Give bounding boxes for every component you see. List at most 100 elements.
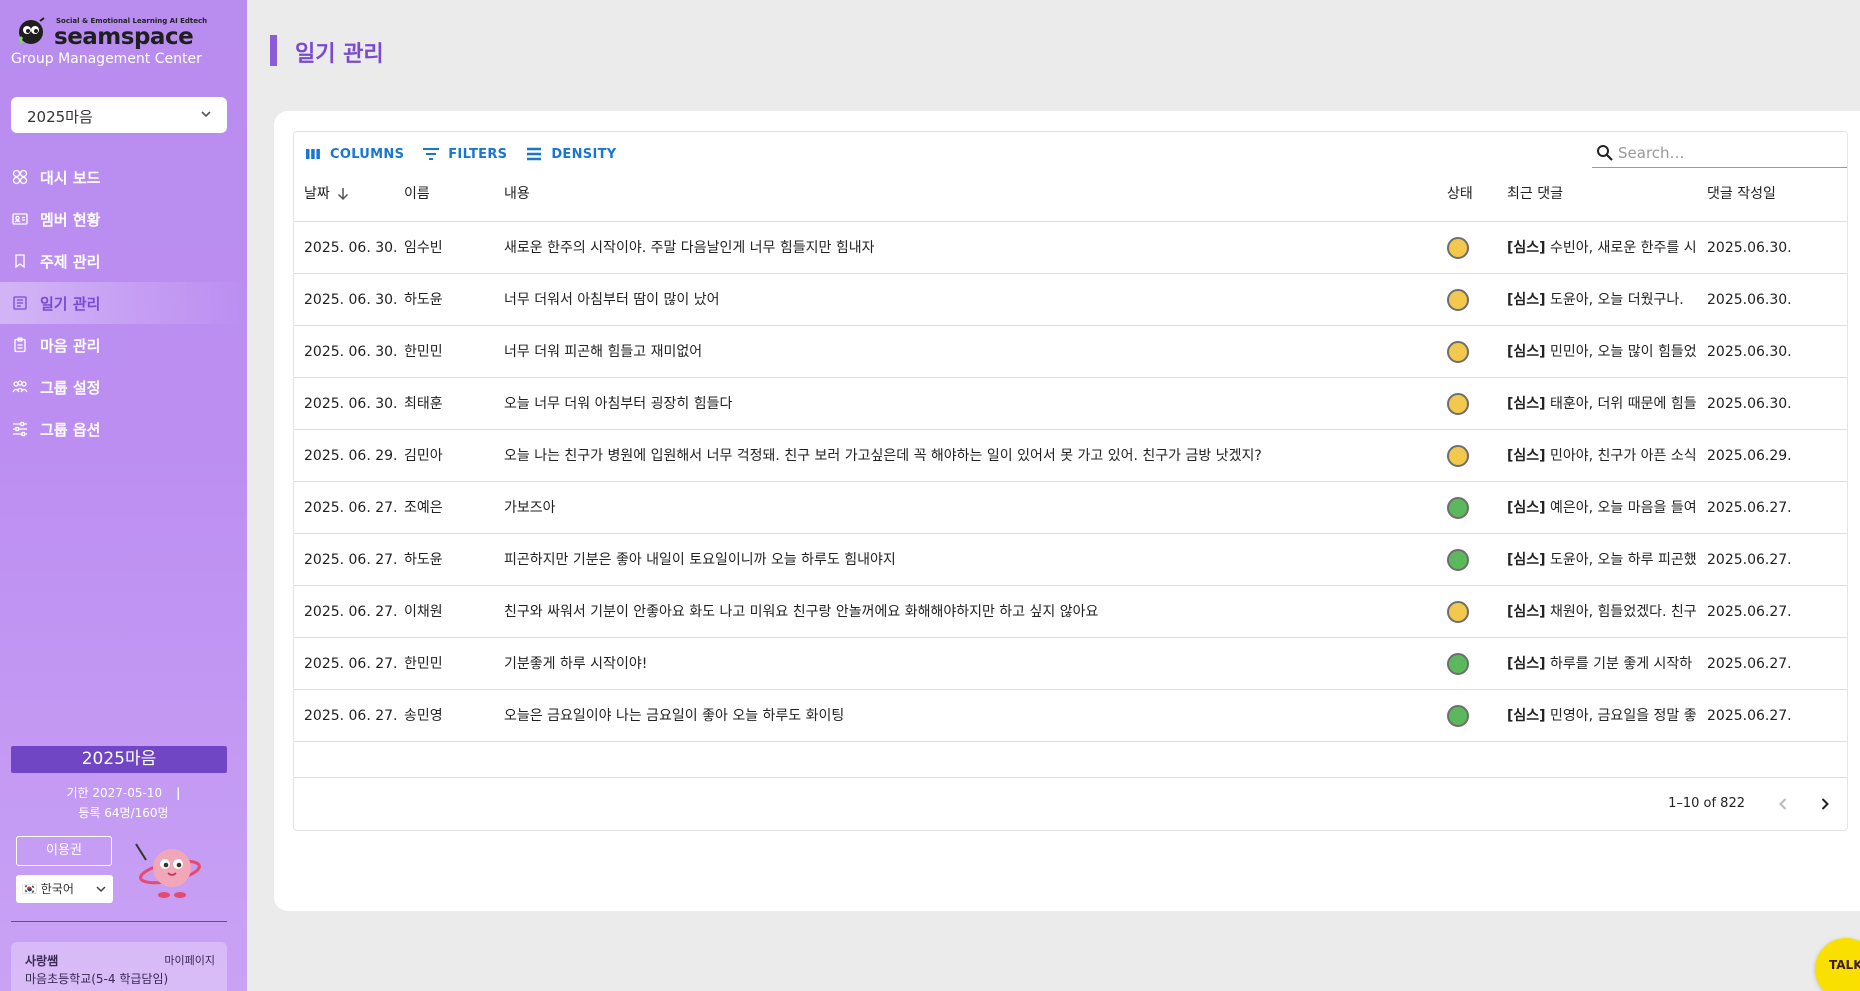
status-dot [1447,601,1469,623]
grid-toolbar: COLUMNS FILTERS DENSITY [304,142,634,166]
previous-page-icon[interactable] [1771,792,1795,816]
comment-author-tag: [심스] [1507,292,1546,308]
table-row[interactable]: 2025. 06. 27. 조예은 가보즈아 [심스] 예은아, 오늘 마음을 … [294,482,1847,534]
mypage-link[interactable]: 마이페이지 [164,952,215,968]
sidebar-item-label: 그룹 옵션 [40,420,101,439]
column-header-date[interactable]: 날짜 [304,166,350,222]
filters-button[interactable]: FILTERS [422,145,507,163]
plan-separator: | [176,786,181,800]
status-dot [1447,497,1469,519]
table-row[interactable]: 2025. 06. 30. 임수빈 새로운 한주의 시작이야. 주말 다음날인게… [294,222,1847,274]
chevron-down-icon [96,886,106,893]
cell-status [1447,638,1477,690]
column-header-content[interactable]: 내용 [504,166,530,222]
density-button-label: DENSITY [551,146,617,162]
table-row[interactable]: 2025. 06. 30. 최태훈 오늘 너무 더워 아침부터 굉장히 힘들다 … [294,378,1847,430]
columns-button[interactable]: COLUMNS [304,145,404,163]
table-row[interactable]: 2025. 06. 30. 한민민 너무 더워 피곤해 힘들고 재미없어 [심스… [294,326,1847,378]
language-select[interactable]: 🇰🇷 한국어 [16,875,113,903]
comment-text: 민민아, 오늘 많이 힘들었 [1545,344,1697,360]
bookmark-icon [15,254,25,269]
cell-content: 너무 더워서 아침부터 땀이 많이 났어 [504,292,720,308]
cell-date: 2025. 06. 30. [304,240,398,256]
cell-status [1447,482,1477,534]
group-select[interactable]: 2025마음 [11,97,227,133]
cell-status [1447,378,1477,430]
brand-logo[interactable]: Social & Emotional Learning AI Edtech se… [16,14,207,50]
sidebar-item-label: 주제 관리 [40,252,101,271]
cell-content: 피곤하지만 기분은 좋아 내일이 토요일이니까 오늘 하루도 힘내야지 [504,552,896,568]
sidebar-item-mind[interactable]: 마음 관리 [0,324,247,366]
cell-content: 오늘 나는 친구가 병원에 입원해서 너무 걱정돼. 친구 보러 가고싶은데 꼭… [504,448,1262,464]
columns-icon [306,149,320,159]
table-row[interactable]: 2025. 06. 29. 김민아 오늘 나는 친구가 병원에 입원해서 너무 … [294,430,1847,482]
cell-date: 2025. 06. 27. [304,604,398,620]
user-school: 마음초등학교(5-4 학급담임) [25,972,169,986]
density-button[interactable]: DENSITY [525,145,616,163]
cell-date: 2025. 06. 27. [304,552,398,568]
sort-arrow-down-icon[interactable] [336,187,350,201]
cell-comment: [심스] 예은아, 오늘 마음을 들여 [1507,482,1703,534]
diary-data-grid: COLUMNS FILTERS DENSITY 날짜 이름 내용 상태 최근 댓… [293,131,1848,831]
sidebar-item-group-settings[interactable]: 그룹 설정 [0,366,247,408]
table-row[interactable]: 2025. 06. 27. 한민민 기분좋게 하루 시작이야! [심스] 하루를… [294,638,1847,690]
cell-content: 오늘은 금요일이야 나는 금요일이 좋아 오늘 하루도 화이팅 [504,708,845,724]
license-button[interactable]: 이용권 [16,836,112,866]
comment-text: 하루를 기분 좋게 시작하 [1545,656,1693,672]
cell-status [1447,586,1477,638]
cell-date: 2025. 06. 30. [304,292,398,308]
cell-content: 새로운 한주의 시작이야. 주말 다음날인게 너무 힘들지만 힘내자 [504,240,875,256]
comment-author-tag: [심스] [1507,708,1546,724]
cell-name: 하도윤 [404,292,443,308]
columns-button-label: COLUMNS [330,146,405,162]
table-row[interactable]: 2025. 06. 27. 송민영 오늘은 금요일이야 나는 금요일이 좋아 오… [294,690,1847,742]
search-icon [1597,145,1613,161]
cell-status [1447,326,1477,378]
sidebar-nav: 대시 보드 멤버 현황 주제 관리 일기 관리 마음 관리 그룹 설정 그룹 옵… [0,156,247,450]
cell-date: 2025. 06. 30. [304,344,398,360]
cell-date: 2025. 06. 27. [304,500,398,516]
cell-date: 2025. 06. 30. [304,396,398,412]
clipboard-icon [14,337,26,353]
table-row[interactable]: 2025. 06. 27. 이채원 친구와 싸워서 기분이 안좋아요 화도 나고… [294,586,1847,638]
group-select-value: 2025마음 [27,108,93,126]
cell-comment-date: 2025.06.30. [1707,396,1792,412]
cell-comment: [심스] 민민아, 오늘 많이 힘들었 [1507,326,1703,378]
sliders-icon [13,421,27,437]
dashboard-icon [12,169,28,185]
cell-comment: [심스] 민아야, 친구가 아픈 소식 [1507,430,1703,482]
diary-icon [13,296,27,310]
column-header-comment-date[interactable]: 댓글 작성일 [1707,166,1776,222]
sidebar-item-topics[interactable]: 주제 관리 [0,240,247,282]
column-header-name[interactable]: 이름 [404,166,430,222]
sidebar-item-group-options[interactable]: 그룹 옵션 [0,408,247,450]
user-card: 사랑쌤 마이페이지 마음초등학교(5-4 학급담임) [11,942,227,991]
comment-author-tag: [심스] [1507,396,1546,412]
status-dot [1447,393,1469,415]
cell-name: 하도윤 [404,552,443,568]
cell-comment-date: 2025.06.27. [1707,656,1792,672]
kakao-talk-button[interactable]: TALK [1815,938,1860,991]
status-dot [1447,289,1469,311]
cell-content: 너무 더워 피곤해 힘들고 재미없어 [504,344,703,360]
cell-name: 최태훈 [404,396,443,412]
brand-subtitle: Group Management Center [11,51,202,67]
chevron-down-icon [201,111,211,118]
table-row[interactable]: 2025. 06. 30. 하도윤 너무 더워서 아침부터 땀이 많이 났어 [… [294,274,1847,326]
member-card-icon [12,213,28,225]
cell-name: 이채원 [404,604,443,620]
column-header-comment[interactable]: 최근 댓글 [1507,166,1563,222]
cell-name: 한민민 [404,656,443,672]
table-row[interactable]: 2025. 06. 27. 하도윤 피곤하지만 기분은 좋아 내일이 토요일이니… [294,534,1847,586]
sidebar-item-dashboard[interactable]: 대시 보드 [0,156,247,198]
cell-status [1447,690,1477,742]
cell-comment-date: 2025.06.30. [1707,240,1792,256]
next-page-icon[interactable] [1813,792,1837,816]
column-header-status[interactable]: 상태 [1447,166,1473,222]
sidebar-item-diary[interactable]: 일기 관리 [0,282,247,324]
sidebar-item-members[interactable]: 멤버 현황 [0,198,247,240]
comment-author-tag: [심스] [1507,240,1546,256]
search-input[interactable] [1618,140,1838,166]
grid-search [1592,138,1847,168]
cell-name: 김민아 [404,448,443,464]
